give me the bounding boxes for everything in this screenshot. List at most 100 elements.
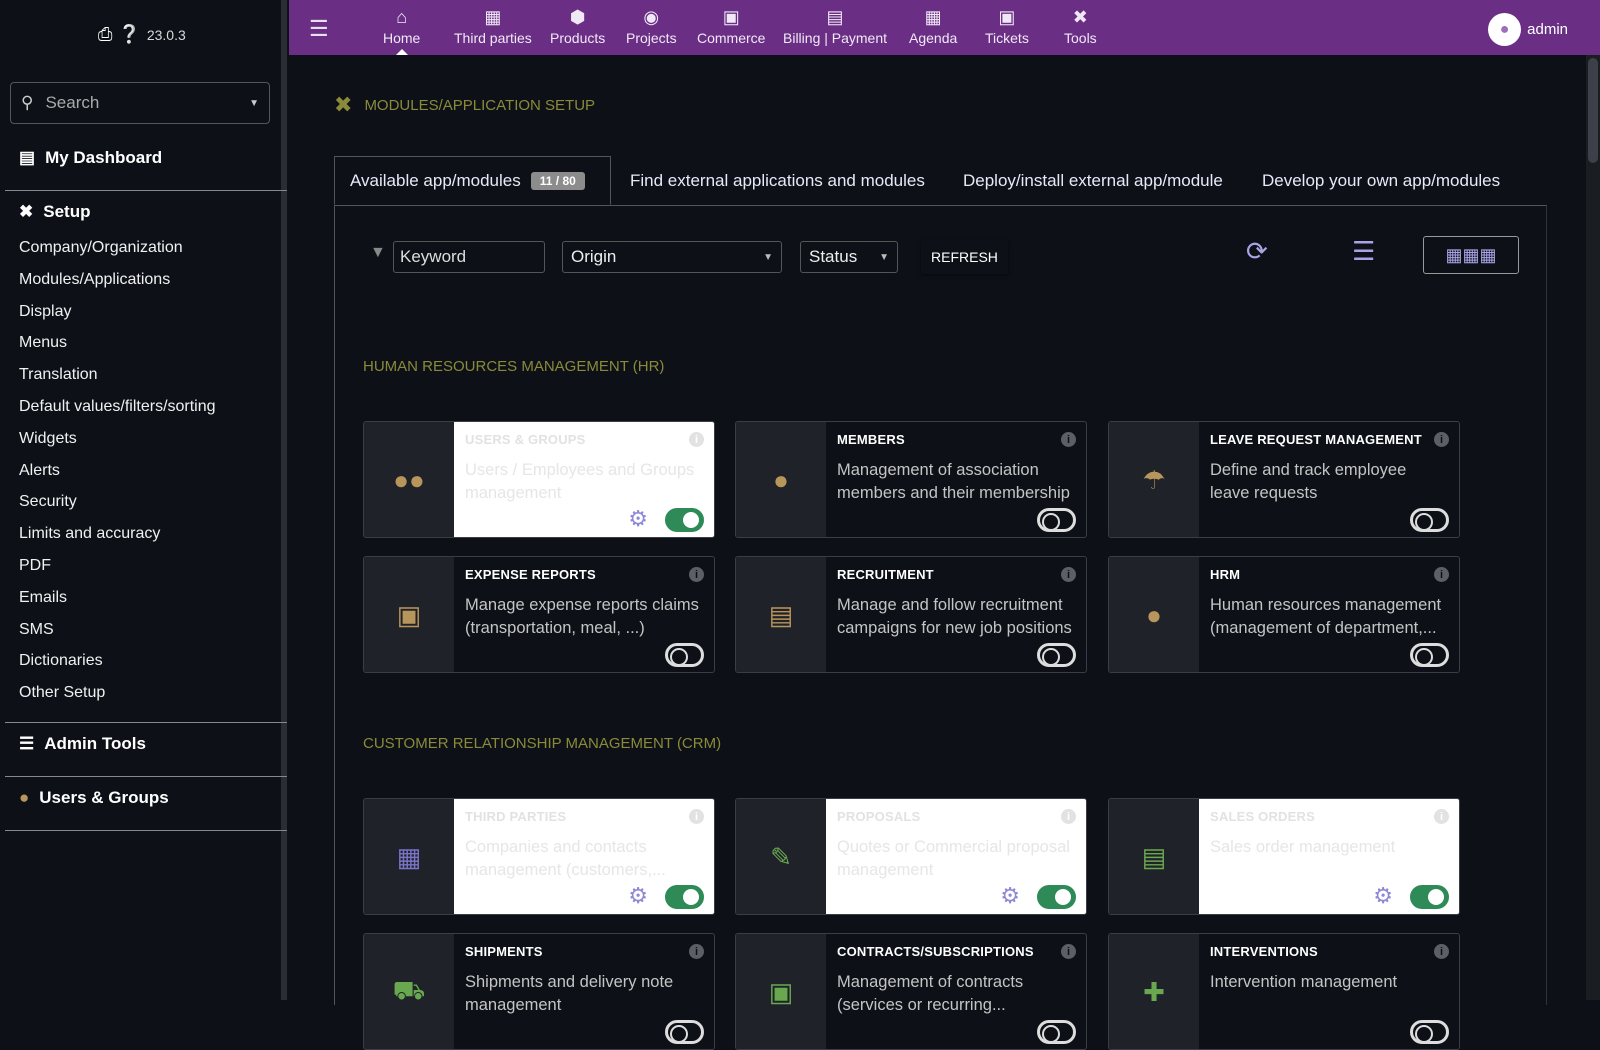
help-icon[interactable]: ❔ [118, 24, 140, 45]
sidebar-item-setup[interactable]: ✖ Setup [5, 202, 287, 222]
module-card: ▦ THIRD PARTIES Companies and contacts man… [363, 798, 715, 915]
info-icon[interactable]: i [1434, 809, 1449, 824]
sidebar-item-display[interactable]: Display [19, 303, 71, 321]
dolly-icon: ⛟ [392, 975, 426, 1005]
sidebar-item-security[interactable]: Security [19, 493, 77, 511]
gear-icon[interactable]: ⚙ [1000, 883, 1020, 909]
sidebar-item-other-setup[interactable]: Other Setup [19, 684, 105, 702]
module-description: Define and track employee leave requests [1210, 461, 1407, 502]
origin-select[interactable]: Origin ▼ [562, 241, 782, 273]
gear-icon[interactable]: ⚙ [628, 883, 648, 909]
reload-icon[interactable]: ⟳ [1246, 236, 1268, 267]
tab-find-external[interactable]: Find external applications and modules [630, 156, 925, 205]
nav-label: Commerce [697, 30, 766, 46]
nav-products[interactable]: ⬢ Products [550, 6, 605, 46]
sidebar-item-modules-applications[interactable]: Modules/Applications [19, 271, 170, 289]
sidebar-item-widgets[interactable]: Widgets [19, 430, 77, 448]
nav-commerce[interactable]: ▣ Commerce [697, 6, 765, 46]
signature-icon: ✎ [770, 842, 792, 872]
tab-develop-own[interactable]: Develop your own app/modules [1262, 156, 1500, 205]
module-description: Manage and follow recruitment campaigns … [837, 596, 1072, 637]
module-icon-area: ●● [364, 422, 454, 537]
grid-view-button[interactable]: ▦▦▦ [1423, 236, 1519, 274]
user-menu[interactable]: ● admin [1488, 13, 1568, 46]
tab-label: Deploy/install external app/module [963, 170, 1223, 190]
module-toggle[interactable] [1037, 885, 1076, 909]
tab-available-modules[interactable]: Available app/modules 11 / 80 [334, 156, 611, 205]
module-toggle[interactable] [665, 643, 704, 667]
info-icon[interactable]: i [1061, 432, 1076, 447]
info-icon[interactable]: i [689, 432, 704, 447]
nav-label: Billing | Payment [783, 30, 888, 46]
nav-billing[interactable]: ▤ Billing | Payment [783, 6, 887, 46]
module-toggle[interactable] [1037, 508, 1076, 532]
nav-label: Home [383, 30, 421, 46]
info-icon[interactable]: i [1061, 944, 1076, 959]
keyword-input[interactable] [393, 241, 545, 273]
module-title: RECRUITMENT [837, 567, 934, 582]
nav-tools[interactable]: ✖ Tools [1064, 6, 1097, 46]
module-card: ⛟ SHIPMENTS Shipments and delivery note ma… [363, 933, 715, 1050]
nav-third-parties[interactable]: ▦ Third parties [454, 6, 532, 46]
info-icon[interactable]: i [689, 809, 704, 824]
module-toggle[interactable] [1037, 643, 1076, 667]
module-title: LEAVE REQUEST MANAGEMENT [1210, 432, 1422, 447]
sidebar-item-company-organization[interactable]: Company/Organization [19, 239, 183, 257]
info-icon[interactable]: i [1434, 432, 1449, 447]
gear-icon[interactable]: ⚙ [628, 506, 648, 532]
top-navigation: ☰ ⌂ Home ▦ Third parties ⬢ Products ◉ Pr… [289, 0, 1600, 55]
tools-icon: ✖ [334, 92, 353, 117]
sidebar-item-pdf[interactable]: PDF [19, 557, 51, 575]
sidebar-item-dashboard[interactable]: ▤ My Dashboard [5, 148, 287, 168]
sidebar-item-admin-tools[interactable]: ☰ Admin Tools [5, 734, 287, 754]
chevron-down-icon: ▼ [249, 97, 259, 109]
info-icon[interactable]: i [1061, 809, 1076, 824]
sidebar-item-users-groups[interactable]: ● Users & Groups [5, 788, 287, 808]
sidebar-item-emails[interactable]: Emails [19, 589, 67, 607]
sidebar-item-sms[interactable]: SMS [19, 621, 54, 639]
search-input[interactable]: ⚲ Search ▼ [10, 82, 270, 124]
invoice-icon: ▤ [826, 7, 844, 27]
status-select[interactable]: Status ▼ [800, 241, 898, 273]
info-icon[interactable]: i [1434, 567, 1449, 582]
module-toggle[interactable] [1410, 508, 1449, 532]
search-icon: ⚲ [21, 93, 34, 112]
menu-icon[interactable]: ☰ [309, 16, 329, 42]
user-tie-icon: ● [1146, 600, 1162, 630]
gear-icon[interactable]: ⚙ [1373, 883, 1393, 909]
nav-agenda[interactable]: ▦ Agenda [909, 6, 957, 46]
module-card: ✎ PROPOSALS Quotes or Commercial proposal … [735, 798, 1087, 915]
cube-icon: ⬢ [569, 7, 586, 27]
user-name: admin [1527, 21, 1568, 38]
tab-deploy-external[interactable]: Deploy/install external app/module [963, 156, 1223, 205]
module-toggle[interactable] [665, 1020, 704, 1044]
print-icon[interactable]: ⎙ [98, 24, 112, 45]
module-toggle[interactable] [1410, 643, 1449, 667]
list-view-icon[interactable]: ☰ [1352, 236, 1375, 267]
info-icon[interactable]: i [689, 567, 704, 582]
module-toggle[interactable] [1410, 1020, 1449, 1044]
info-icon[interactable]: i [1434, 944, 1449, 959]
sidebar-item-limits-and-accuracy[interactable]: Limits and accuracy [19, 525, 160, 543]
nav-home[interactable]: ⌂ Home [383, 6, 421, 55]
module-toggle[interactable] [665, 885, 704, 909]
scrollbar-thumb[interactable] [1588, 58, 1598, 163]
info-icon[interactable]: i [689, 944, 704, 959]
sidebar-item-dictionaries[interactable]: Dictionaries [19, 652, 103, 670]
module-toggle[interactable] [665, 508, 704, 532]
module-toggle[interactable] [1037, 1020, 1076, 1044]
sidebar-item-menus[interactable]: Menus [19, 334, 67, 352]
nav-projects[interactable]: ◉ Projects [626, 6, 677, 46]
module-title: SALES ORDERS [1210, 809, 1315, 824]
nav-tickets[interactable]: ▣ Tickets [985, 6, 1029, 46]
module-icon-area: ✚ [1109, 934, 1199, 1049]
scrollbar[interactable] [1586, 55, 1600, 1000]
sidebar-item-default-values-filters-sorting[interactable]: Default values/filters/sorting [19, 398, 216, 416]
divider [5, 722, 287, 723]
sidebar-item-alerts[interactable]: Alerts [19, 462, 60, 480]
refresh-button[interactable]: REFRESH [921, 240, 1008, 274]
info-icon[interactable]: i [1061, 567, 1076, 582]
project-icon: ◉ [643, 7, 660, 27]
sidebar-item-translation[interactable]: Translation [19, 366, 98, 384]
module-toggle[interactable] [1410, 885, 1449, 909]
